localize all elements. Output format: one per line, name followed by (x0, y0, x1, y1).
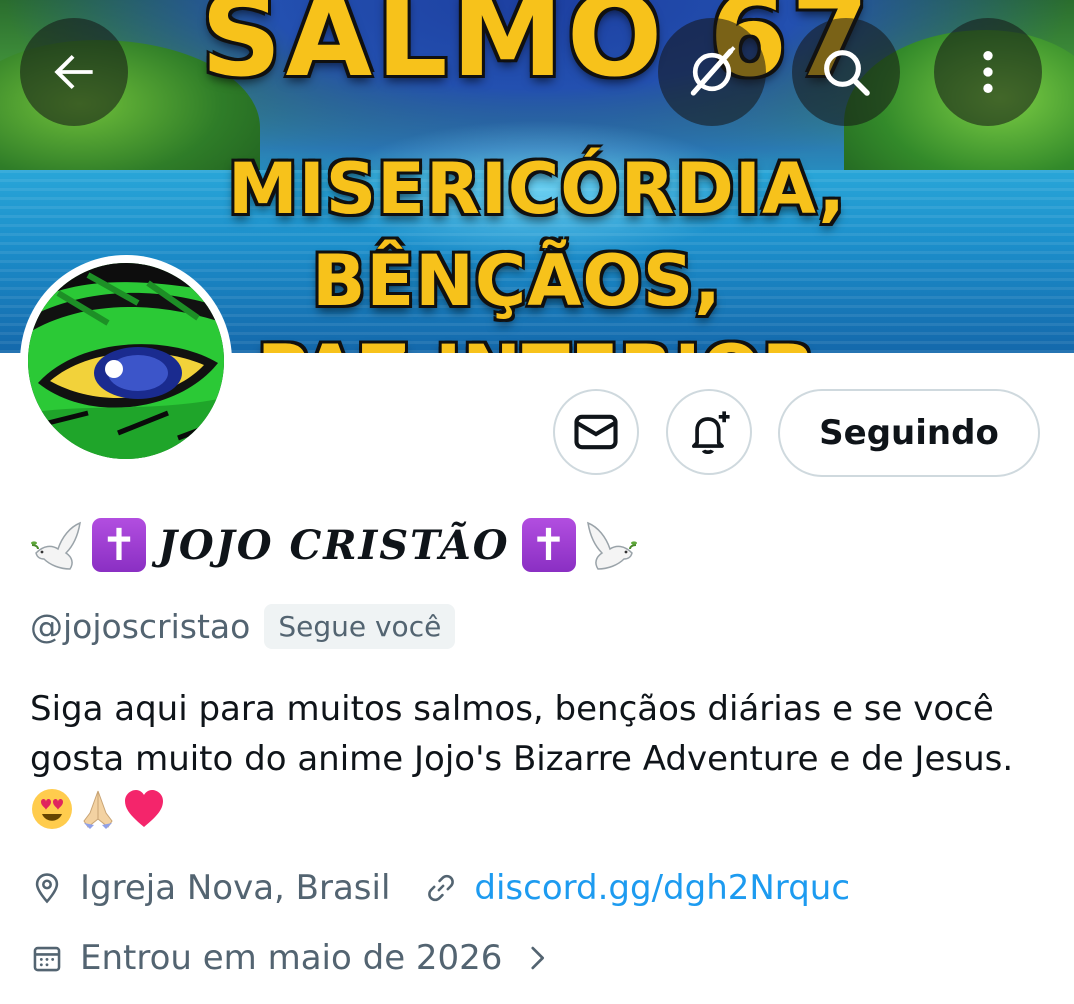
calendar-icon (33, 946, 61, 972)
following-button[interactable]: Seguindo (778, 389, 1040, 477)
chevron-right-icon (531, 946, 545, 970)
joined-row[interactable]: Entrou em maio de 2026 (30, 938, 554, 978)
bio-line: Siga aqui para muitos salmos, bençãos di… (30, 689, 994, 729)
cross-emoji-box: ✝ (92, 518, 146, 572)
bio-emojis (30, 782, 1050, 836)
grok-button[interactable] (658, 18, 766, 126)
profile-meta-row: Igreja Nova, Brasil discord.gg/dgh2Nrquc (30, 868, 850, 908)
avatar-eye-illustration (28, 263, 224, 459)
avatar[interactable] (20, 255, 232, 467)
username-handle: @jojoscristao (30, 607, 251, 646)
handle-row: @jojoscristao Segue você (30, 604, 456, 649)
mail-icon (574, 414, 618, 450)
banner-text-line-1: SALMO 67 (200, 0, 874, 102)
more-vertical-icon (983, 51, 993, 93)
location-text: Igreja Nova, Brasil (80, 868, 391, 908)
joined-date-text: Entrou em maio de 2026 (80, 938, 503, 978)
arrow-left-icon (54, 54, 93, 90)
display-name: JOJO CRISTÃO (158, 521, 510, 569)
dove-icon (586, 521, 637, 570)
dove-icon (31, 521, 81, 570)
grok-icon (690, 46, 736, 96)
red-heart-emoji-icon (125, 790, 163, 827)
back-button[interactable] (20, 18, 128, 126)
follows-you-badge: Segue você (264, 604, 456, 649)
avatar-image (28, 263, 224, 459)
location-pin-icon (35, 873, 59, 904)
bio-line: gosta muito do anime Jojo's Bizarre Adve… (30, 739, 1014, 779)
link-icon (428, 874, 455, 902)
profile-link[interactable]: discord.gg/dgh2Nrquc (474, 868, 850, 908)
notifications-button[interactable] (666, 389, 752, 475)
search-button[interactable] (792, 18, 900, 126)
message-button[interactable] (553, 389, 639, 475)
display-name-row: ✝ JOJO CRISTÃO ✝ (30, 508, 638, 582)
more-button[interactable] (934, 18, 1042, 126)
cross-emoji-box: ✝ (521, 518, 576, 572)
praying-hands-emoji-icon (83, 790, 113, 829)
heart-eyes-emoji-icon (32, 789, 72, 829)
search-icon (824, 50, 870, 96)
bell-plus-icon (691, 411, 730, 455)
banner-text-line-2: MISERICÓRDIA, (228, 148, 846, 230)
profile-bio: Siga aqui para muitos salmos, bençãos di… (30, 684, 1050, 836)
